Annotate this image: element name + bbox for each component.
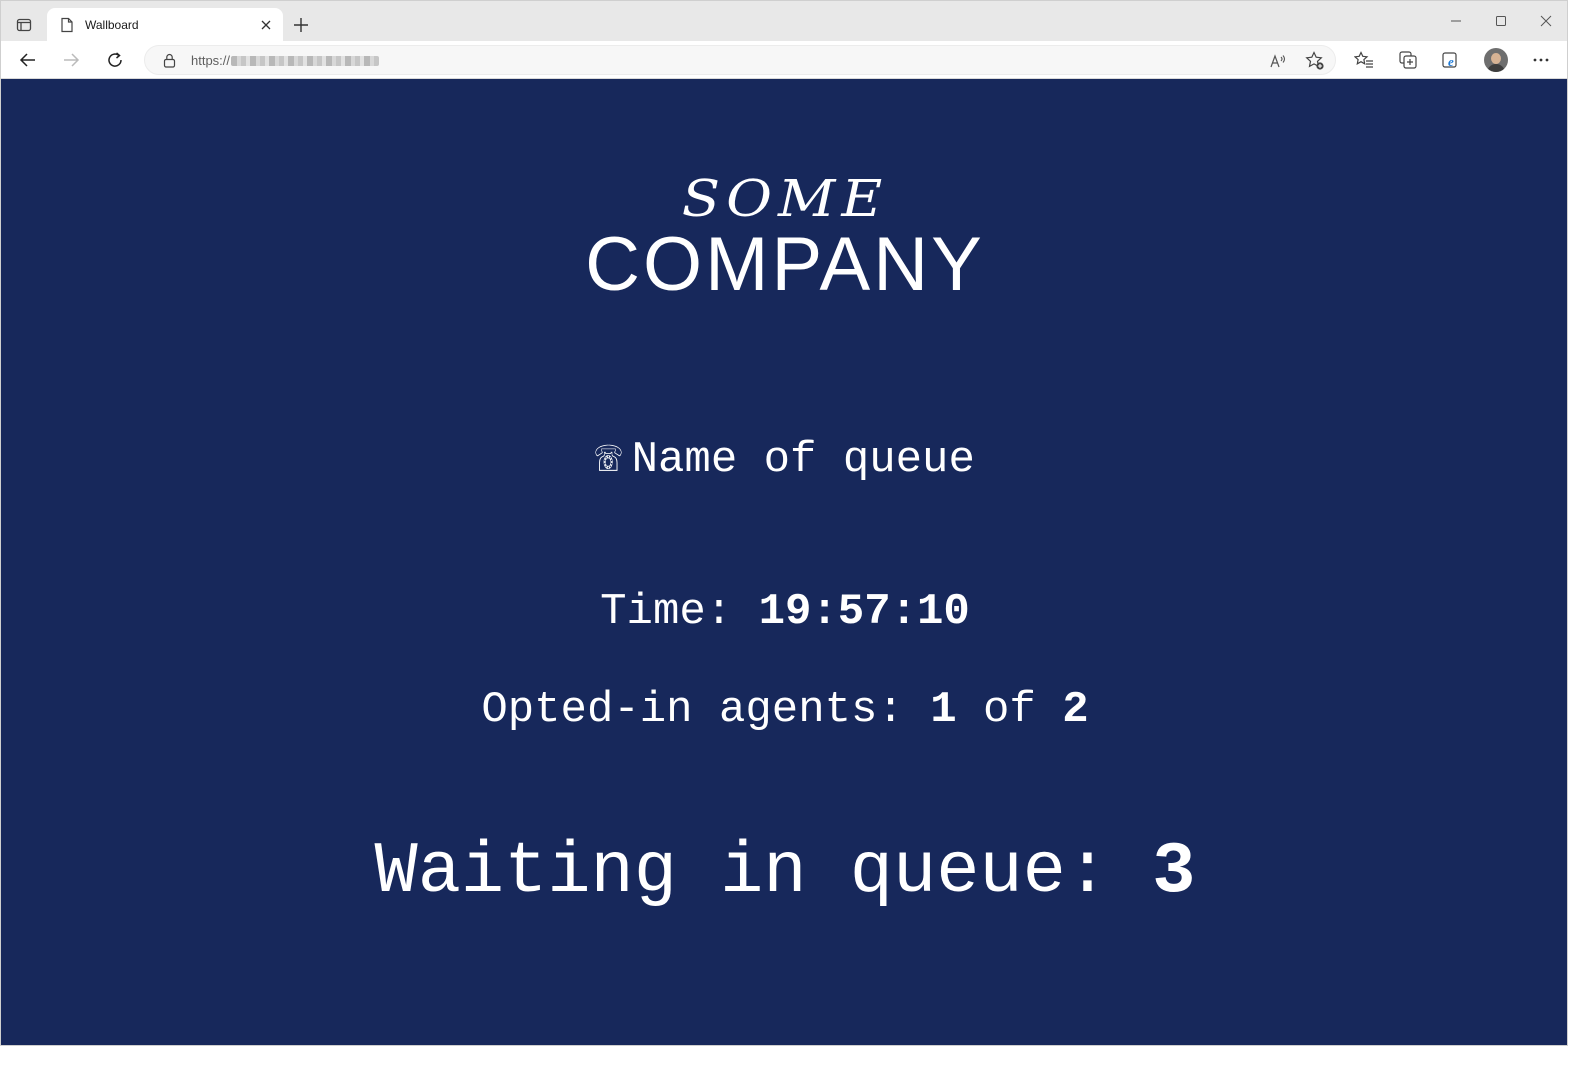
profile-avatar[interactable] — [1484, 48, 1508, 72]
agents-of: of — [983, 685, 1036, 735]
collections-icon[interactable] — [1395, 48, 1421, 72]
waiting-row: Waiting in queue: 3 — [1, 831, 1567, 913]
url-redacted — [231, 55, 380, 66]
close-icon[interactable] — [255, 14, 277, 36]
address-bar[interactable]: https:// — [144, 45, 1336, 75]
company-logo-line1: SOME — [681, 170, 889, 229]
agents-label: Opted-in agents: — [481, 685, 904, 735]
page-icon — [59, 17, 75, 33]
waiting-count: 3 — [1152, 831, 1196, 913]
wallboard-page: SOME COMPANY ☏ Name of queue Time: 19:57:… — [1, 79, 1567, 1045]
refresh-icon[interactable] — [102, 48, 128, 72]
agents-opted-in-count: 1 — [930, 685, 957, 735]
svg-text:e: e — [1448, 54, 1454, 69]
url-text[interactable]: https:// — [191, 53, 380, 68]
browser-toolbar: https:// e — [1, 41, 1567, 79]
time-row: Time: 19:57:10 — [1, 587, 1567, 637]
tab-actions-icon[interactable] — [11, 13, 37, 37]
lock-icon[interactable] — [161, 52, 177, 68]
browser-window: Wallboard https:// e SOME COMPANY ☏ Name… — [0, 0, 1568, 1046]
back-arrow-icon[interactable] — [15, 48, 41, 72]
tab-strip: Wallboard — [1, 1, 1567, 42]
forward-arrow-icon[interactable] — [58, 48, 84, 72]
agents-total-count: 2 — [1062, 685, 1089, 735]
maximize-icon[interactable] — [1486, 9, 1516, 33]
time-label: Time: — [600, 587, 733, 637]
minimize-icon[interactable] — [1441, 9, 1471, 33]
add-favorite-icon[interactable] — [1304, 50, 1326, 72]
time-value: 19:57:10 — [758, 587, 970, 637]
read-aloud-icon[interactable] — [1268, 50, 1290, 72]
tab-title: Wallboard — [85, 18, 139, 32]
ie-mode-icon[interactable]: e — [1438, 48, 1464, 72]
plus-icon[interactable] — [289, 13, 313, 37]
queue-name: Name of queue — [631, 435, 975, 485]
more-icon[interactable] — [1528, 48, 1554, 72]
company-logo-line2: COMPANY — [585, 222, 985, 307]
phone-icon: ☏ — [595, 435, 622, 485]
favorites-icon[interactable] — [1351, 48, 1377, 72]
queue-heading: ☏ Name of queue — [1, 431, 1567, 485]
window-close-icon[interactable] — [1531, 9, 1561, 33]
avatar-body — [1487, 64, 1505, 72]
avatar-face — [1491, 53, 1501, 64]
waiting-label: Waiting in queue: — [374, 831, 1110, 913]
url-prefix: https:// — [191, 53, 231, 68]
tab-wallboard[interactable]: Wallboard — [47, 8, 283, 42]
agents-row: Opted-in agents: 1 of 2 — [1, 685, 1567, 735]
